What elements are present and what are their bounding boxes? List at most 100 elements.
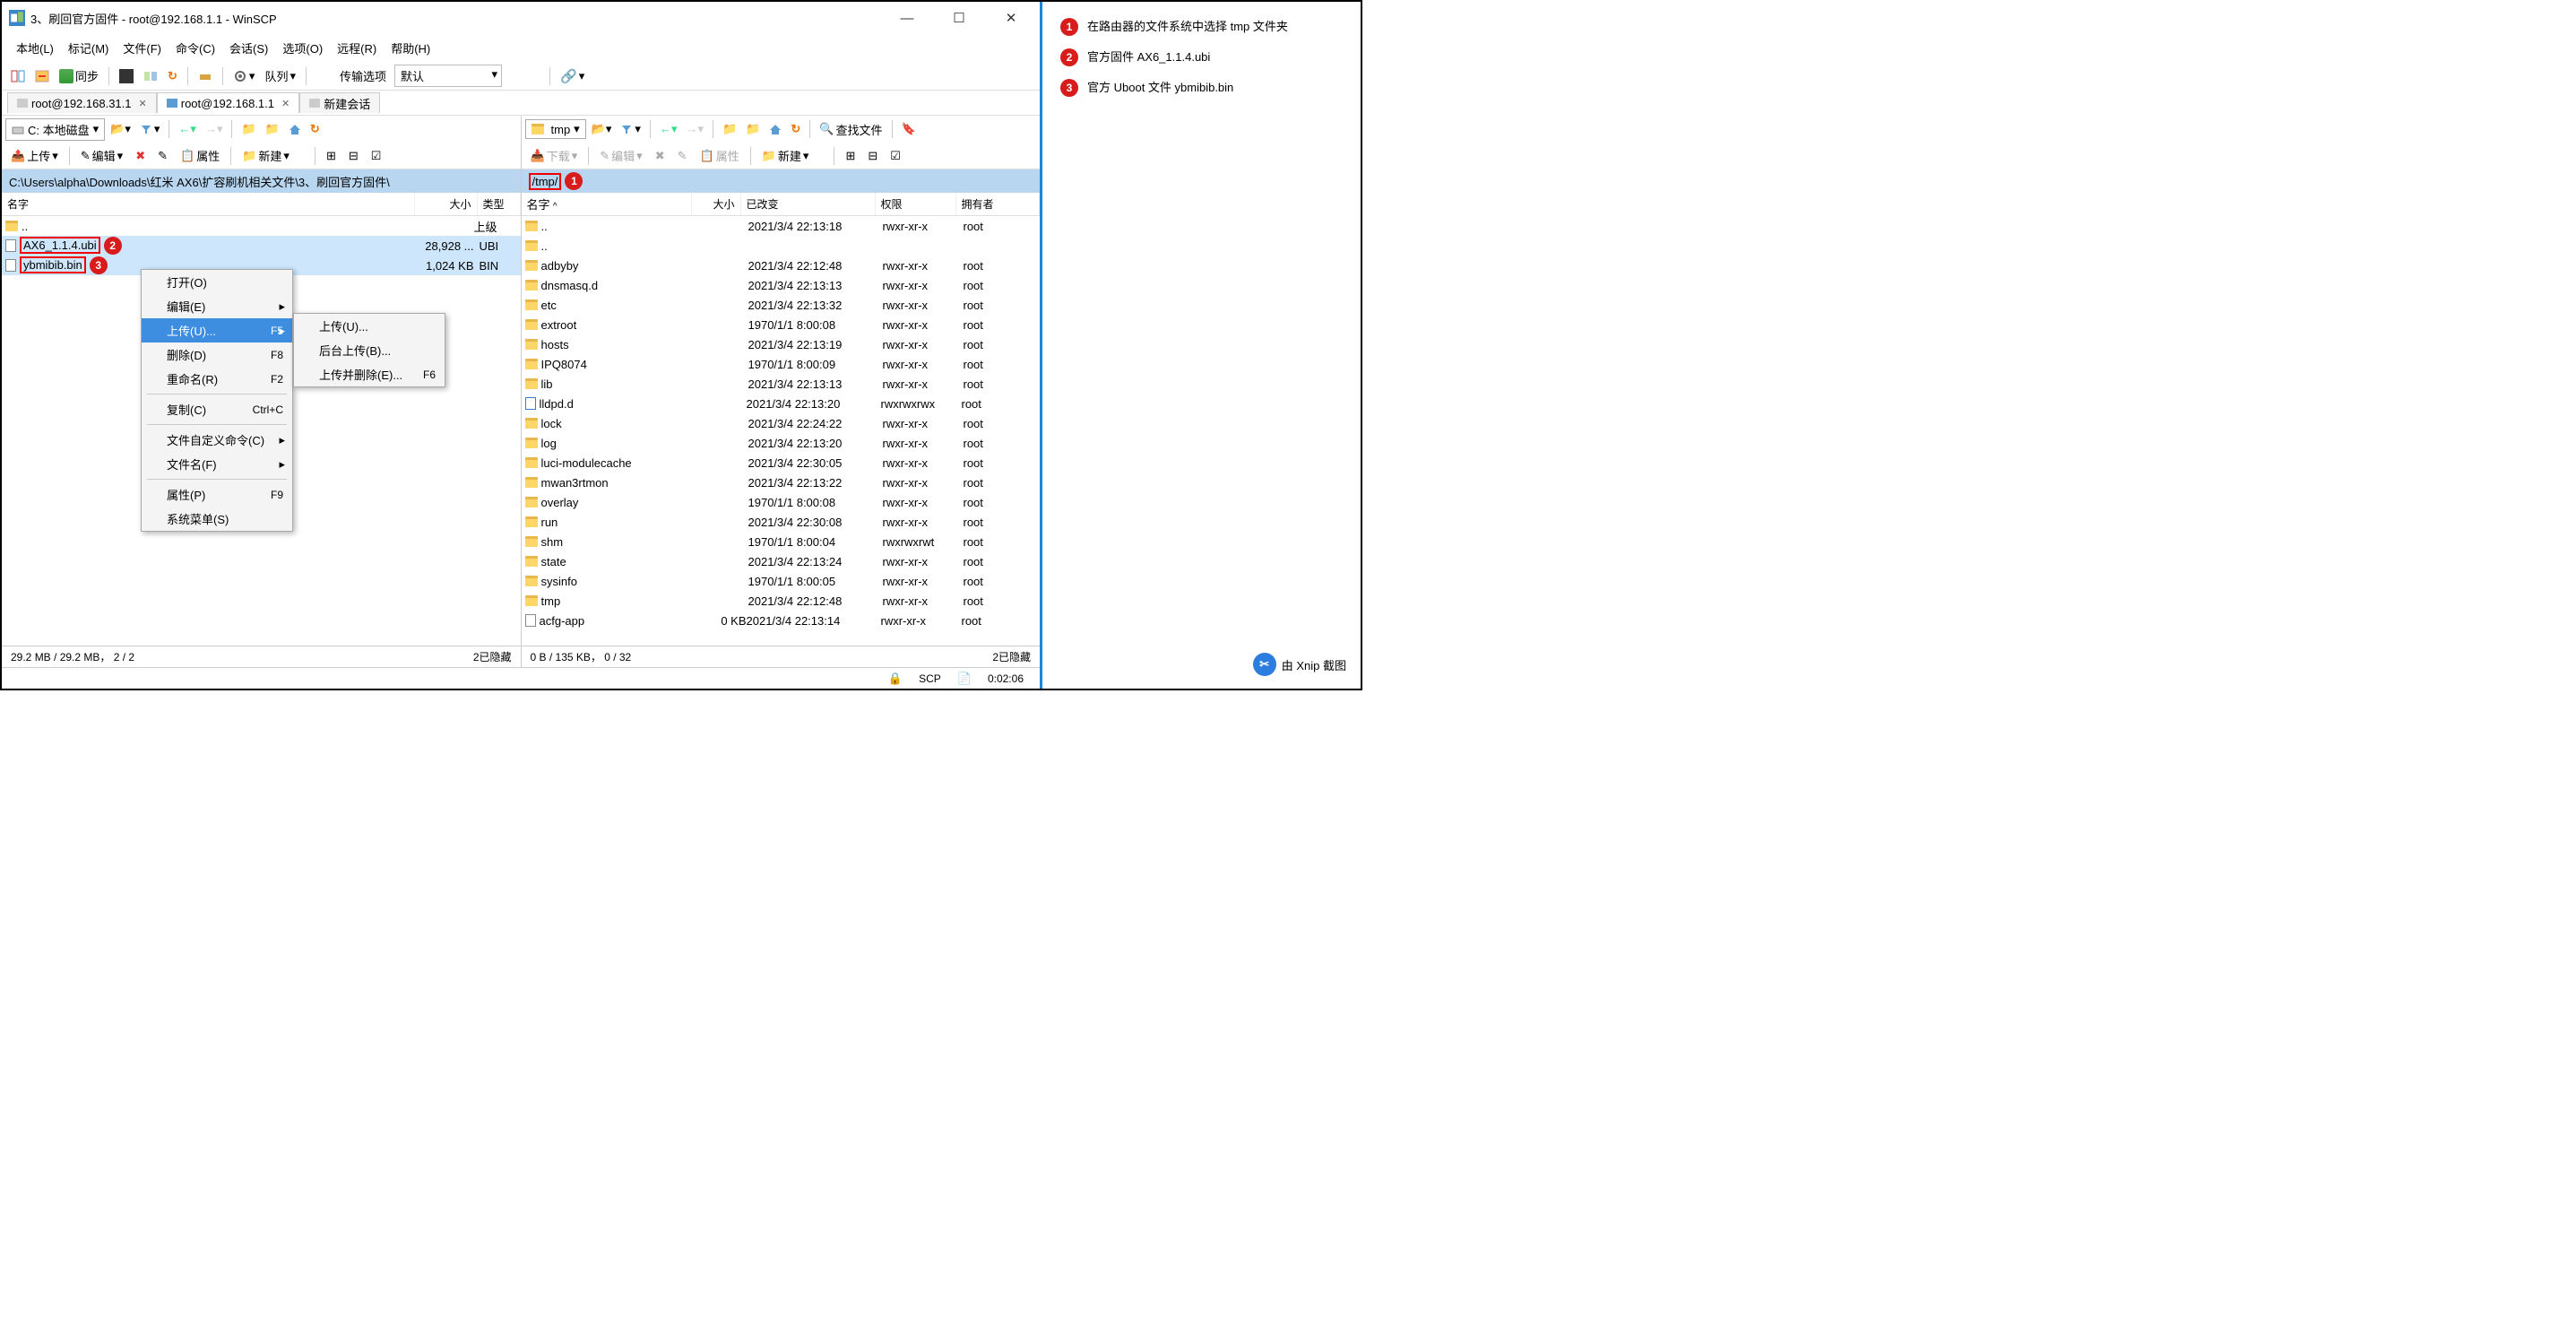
remote-dir-combo[interactable]: tmp ▾ [525,119,586,139]
file-row[interactable]: sysinfo1970/1/1 8:00:05rwxr-xr-xroot [522,571,1041,591]
file-row[interactable]: overlay1970/1/1 8:00:08rwxr-xr-xroot [522,492,1041,512]
tab-root@192.168.1.1[interactable]: root@192.168.1.1✕ [157,92,300,113]
sync-button[interactable]: 同步 [56,65,102,86]
menu-远程(R)[interactable]: 远程(R) [332,38,382,58]
up-icon[interactable]: 📁 [238,120,259,138]
col-type[interactable]: 类型 [478,193,521,215]
file-row[interactable]: adbyby2021/3/4 22:12:48rwxr-xr-xroot [522,256,1041,275]
ctx-复制(C)[interactable]: 复制(C)Ctrl+C [142,397,292,421]
collapse-icon[interactable]: ⊟ [862,147,883,165]
new-button[interactable]: 📁新建 ▾ [237,145,295,166]
tab-新建会话[interactable]: 新建会话 [299,92,380,113]
props-button[interactable]: 📋属性 [175,145,225,166]
col-size[interactable]: 大小 [415,193,478,215]
expand-icon[interactable]: ⊞ [840,147,860,165]
filter-icon[interactable]: ▾ [136,120,164,138]
find-button[interactable]: 🔍查找文件 [816,119,886,140]
file-row[interactable]: hosts2021/3/4 22:13:19rwxr-xr-xroot [522,334,1041,354]
file-row[interactable]: lib2021/3/4 22:13:13rwxr-xr-xroot [522,374,1041,394]
home-icon[interactable] [765,121,785,137]
file-row[interactable]: state2021/3/4 22:13:24rwxr-xr-xroot [522,551,1041,571]
col-name[interactable]: 名字 ^ [522,192,692,216]
context-menu[interactable]: 打开(O)编辑(E)▸上传(U)...F5▸删除(D)F8重命名(R)F2复制(… [141,269,293,532]
file-row[interactable]: acfg-app0 KB2021/3/4 22:13:14rwxr-xr-xro… [522,611,1041,630]
file-row[interactable]: mwan3rtmon2021/3/4 22:13:22rwxr-xr-xroot [522,473,1041,492]
log-icon[interactable]: 📄 [957,672,972,686]
select-icon[interactable]: ☑ [366,147,387,165]
panes-icon[interactable] [7,67,29,85]
upload-button[interactable]: 📤上传 ▾ [5,145,64,166]
root-icon[interactable]: 📁 [262,120,283,138]
home-icon[interactable] [285,121,305,137]
remote-file-list[interactable]: .. 2021/3/4 22:13:18 rwxr-xr-x root ..ad… [522,216,1041,646]
file-row[interactable]: AX6_1.1.4.ubi228,928 ...UBI [2,236,521,256]
menu-命令(C)[interactable]: 命令(C) [170,38,220,58]
file-row[interactable]: dnsmasq.d2021/3/4 22:13:13rwxr-xr-xroot [522,275,1041,295]
settings-icon[interactable]: ▾ [229,67,259,85]
menu-选项(O)[interactable]: 选项(O) [277,38,328,58]
open-folder-icon[interactable]: 📂▾ [107,120,134,138]
ctx-上传(U)...[interactable]: 上传(U)...F5▸ [142,318,292,343]
download-button[interactable]: 📥下载 ▾ [525,145,583,166]
fwd-icon[interactable]: →▾ [202,120,227,138]
compare-icon[interactable] [140,67,161,85]
terminal-icon[interactable] [116,67,137,85]
filter-icon[interactable]: ▾ [617,120,644,138]
file-row[interactable]: IPQ80741970/1/1 8:00:09rwxr-xr-xroot [522,354,1041,374]
delete-icon[interactable]: ✖ [130,147,151,165]
local-drive-combo[interactable]: C: 本地磁盘 ▾ [5,118,105,141]
col-name[interactable]: 名字 [2,193,415,215]
refresh-local-icon[interactable]: ↻ [307,120,324,138]
bookmark-icon[interactable]: 🔖 [898,120,920,138]
rename-icon[interactable]: ✎ [152,147,173,165]
sub-上传(U)...[interactable]: 上传(U)... [294,314,445,338]
menu-文件(F)[interactable]: 文件(F) [117,38,167,58]
col-size[interactable]: 大小 [692,193,741,215]
ctx-删除(D)[interactable]: 删除(D)F8 [142,343,292,367]
file-row[interactable]: extroot1970/1/1 8:00:08rwxr-xr-xroot [522,315,1041,334]
tab-close-icon[interactable]: ✕ [281,98,290,109]
sub-后台上传(B)...[interactable]: 后台上传(B)... [294,338,445,362]
file-row[interactable]: .. [522,236,1041,256]
ctx-编辑(E)[interactable]: 编辑(E)▸ [142,294,292,318]
col-changed[interactable]: 已改变 [741,193,876,215]
collapse-icon[interactable]: ⊟ [343,147,364,165]
col-owner[interactable]: 拥有者 [956,193,1041,215]
expand-icon[interactable]: ⊞ [321,147,341,165]
fwd-icon[interactable]: →▾ [682,120,707,138]
col-perms[interactable]: 权限 [876,193,956,215]
tab-root@192.168.31.1[interactable]: root@192.168.31.1✕ [7,92,157,113]
parent-row[interactable]: .. 2021/3/4 22:13:18 rwxr-xr-x root [522,216,1041,236]
ctx-打开(O)[interactable]: 打开(O) [142,270,292,294]
queue-button[interactable]: 队列 ▾ [261,65,299,86]
new-button[interactable]: 📁新建 ▾ [756,145,815,166]
back-icon[interactable]: ←▾ [175,120,200,138]
edit-button[interactable]: ✎编辑 ▾ [75,145,128,166]
ctx-属性(P)[interactable]: 属性(P)F9 [142,482,292,507]
tab-close-icon[interactable]: ✕ [139,98,147,109]
sessions-icon[interactable] [194,67,216,85]
file-row[interactable]: run2021/3/4 22:30:08rwxr-xr-xroot [522,512,1041,532]
refresh-icon[interactable]: ↻ [164,67,181,85]
file-row[interactable]: lldpd.d2021/3/4 22:13:20rwxrwxrwxroot [522,394,1041,413]
ctx-文件自定义命令(C)[interactable]: 文件自定义命令(C)▸ [142,428,292,452]
sub-上传并删除(E)...[interactable]: 上传并删除(E)...F6 [294,362,445,386]
file-row[interactable]: log2021/3/4 22:13:20rwxr-xr-xroot [522,433,1041,453]
ctx-文件名(F)[interactable]: 文件名(F)▸ [142,452,292,476]
file-row[interactable]: tmp2021/3/4 22:12:48rwxr-xr-xroot [522,591,1041,611]
menu-会话(S)[interactable]: 会话(S) [224,38,273,58]
select-icon[interactable]: ☑ [885,147,906,165]
open-folder-icon[interactable]: 📂▾ [588,120,616,138]
minimize-button[interactable]: — [895,5,920,30]
ctx-系统菜单(S)[interactable]: 系统菜单(S) [142,507,292,531]
menu-本地(L)[interactable]: 本地(L) [11,38,59,58]
parent-row[interactable]: ..上级 [2,216,521,236]
edit-button[interactable]: ✎编辑 ▾ [594,145,647,166]
up-icon[interactable]: 📁 [719,120,740,138]
close-button[interactable]: ✕ [998,5,1024,30]
reconnect-icon[interactable]: 🔗▾ [557,66,588,86]
transfer-preset-dropdown[interactable]: 默认▾ [394,65,502,87]
file-row[interactable]: shm1970/1/1 8:00:04rwxrwxrwtroot [522,532,1041,551]
file-row[interactable]: luci-modulecache2021/3/4 22:30:05rwxr-xr… [522,453,1041,473]
root-icon[interactable]: 📁 [742,120,764,138]
